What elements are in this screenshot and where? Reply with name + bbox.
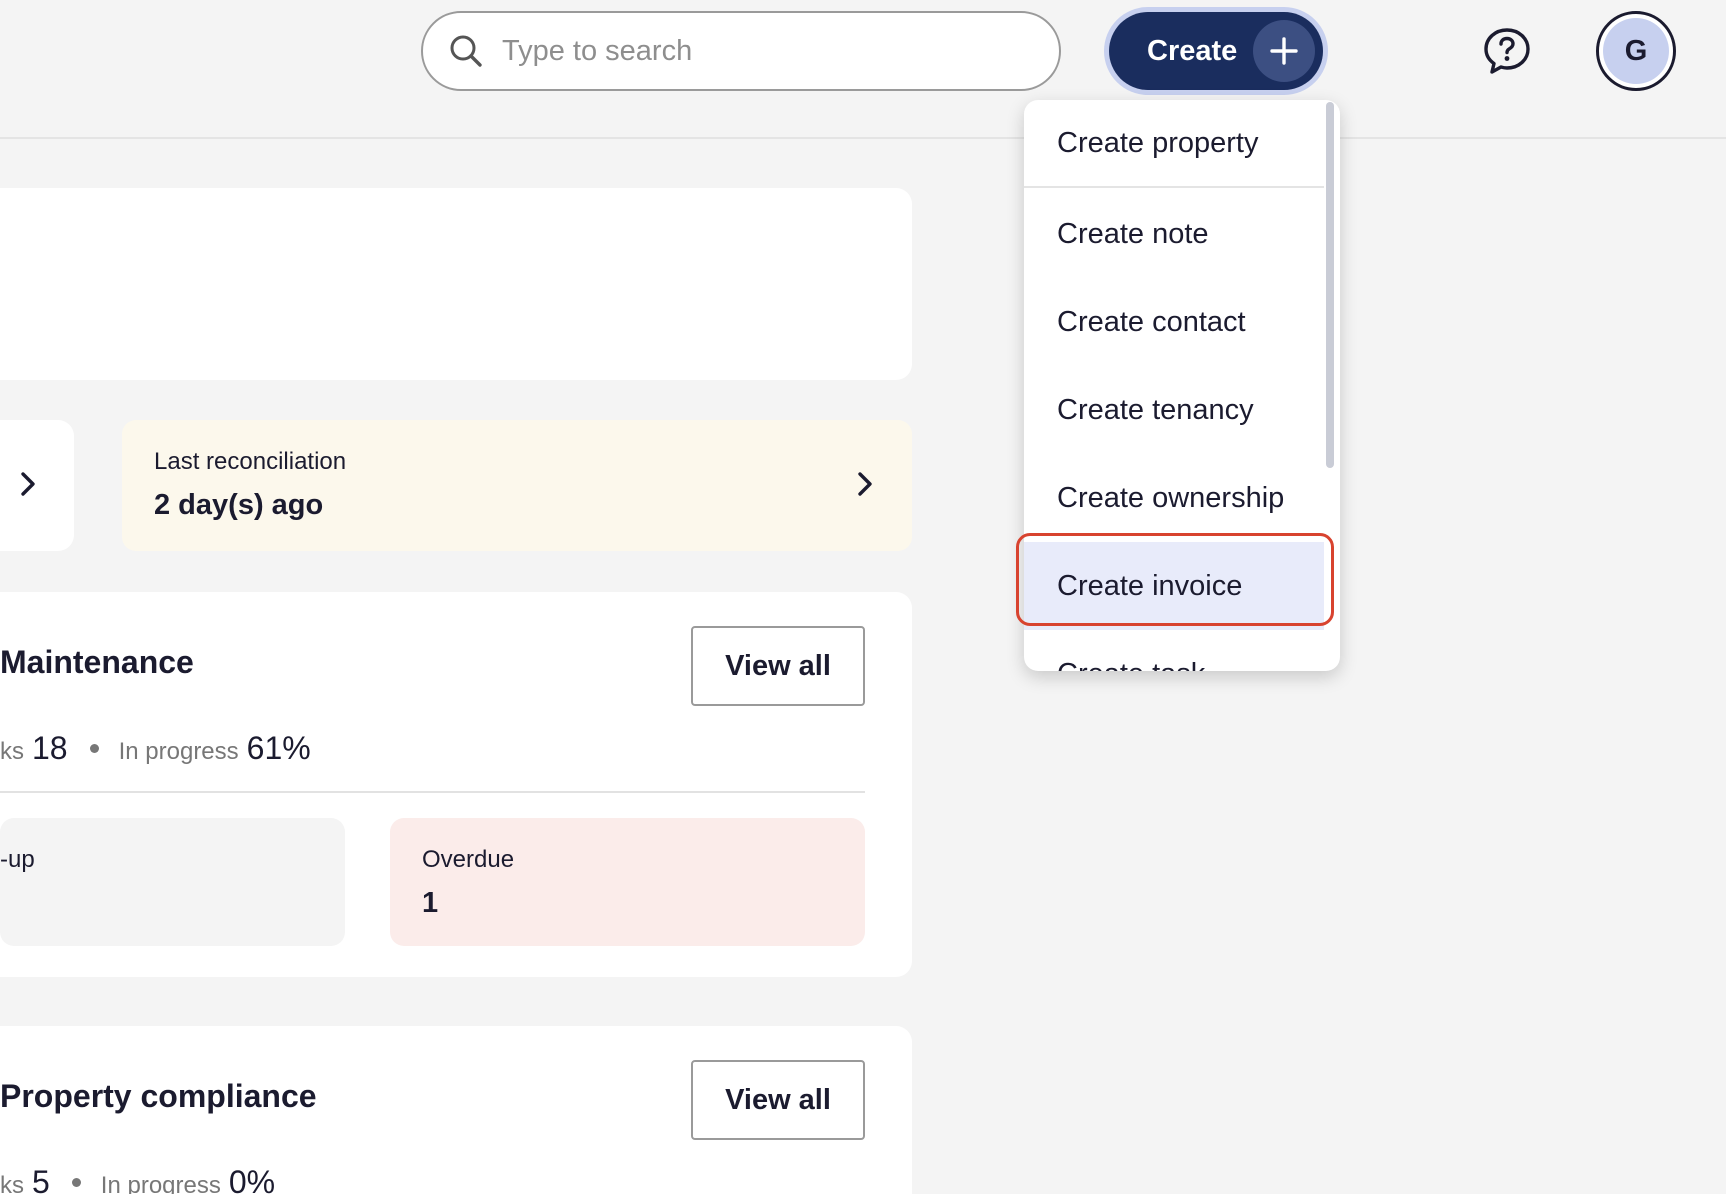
followup-card[interactable]: -up	[0, 818, 345, 946]
help-icon[interactable]	[1482, 26, 1532, 76]
menu-item-create-task[interactable]: Create task	[1024, 630, 1324, 672]
maintenance-stats: ks 18 In progress 61%	[0, 730, 311, 767]
dropdown-scrollbar[interactable]	[1326, 102, 1334, 468]
plus-icon	[1253, 20, 1315, 82]
chevron-right-icon	[858, 472, 872, 496]
create-dropdown-menu[interactable]: Create property Create note Create conta…	[1024, 100, 1340, 671]
partial-card[interactable]	[0, 420, 74, 551]
in-progress-label: In progress	[100, 1172, 221, 1194]
in-progress-value: 0%	[228, 1164, 276, 1194]
summary-card	[0, 188, 912, 380]
search-box[interactable]	[421, 11, 1061, 91]
user-avatar[interactable]: G	[1596, 11, 1676, 91]
compliance-title: Property compliance	[0, 1078, 317, 1114]
menu-item-create-ownership[interactable]: Create ownership	[1024, 454, 1324, 542]
reconciliation-card[interactable]: Last reconciliation 2 day(s) ago	[122, 420, 912, 551]
menu-item-create-tenancy[interactable]: Create tenancy	[1024, 366, 1324, 454]
compliance-view-all-button[interactable]: View all	[691, 1060, 865, 1140]
menu-item-create-note[interactable]: Create note	[1024, 190, 1324, 278]
maintenance-view-all-button[interactable]: View all	[691, 626, 865, 706]
menu-item-create-property[interactable]: Create property	[1024, 100, 1324, 188]
in-progress-label: In progress	[118, 738, 239, 765]
tasks-label: ks	[0, 1172, 24, 1194]
reconciliation-label: Last reconciliation	[154, 448, 347, 475]
overdue-card[interactable]: Overdue 1	[390, 818, 865, 946]
reconciliation-value: 2 day(s) ago	[154, 489, 324, 521]
tasks-label: ks	[0, 738, 24, 765]
overdue-value: 1	[422, 887, 439, 919]
menu-item-create-contact[interactable]: Create contact	[1024, 278, 1324, 366]
menu-item-create-invoice[interactable]: Create invoice	[1024, 542, 1324, 630]
create-button-label: Create	[1147, 34, 1238, 67]
property-compliance-card: Property compliance View all ks 5 In pro…	[0, 1026, 912, 1194]
in-progress-value: 61%	[246, 730, 311, 766]
maintenance-card: Maintenance View all ks 18 In progress 6…	[0, 592, 912, 977]
search-icon	[450, 35, 482, 67]
create-button[interactable]: Create	[1109, 12, 1323, 90]
maintenance-title: Maintenance	[0, 644, 194, 680]
compliance-stats: ks 5 In progress 0%	[0, 1164, 275, 1194]
divider	[0, 791, 865, 793]
search-input[interactable]	[502, 34, 1022, 68]
separator-dot	[89, 744, 99, 753]
tasks-count: 18	[32, 730, 68, 766]
chevron-right-icon	[21, 472, 35, 496]
tasks-count: 5	[32, 1164, 50, 1194]
top-header: Create G	[0, 0, 1726, 139]
overdue-label: Overdue	[422, 846, 515, 873]
page: Create G Last reconciliat	[0, 0, 1726, 1194]
separator-dot	[71, 1178, 81, 1187]
followup-label: -up	[0, 846, 35, 873]
create-button-focus-ring: Create	[1104, 7, 1328, 95]
avatar-initial: G	[1603, 18, 1669, 84]
